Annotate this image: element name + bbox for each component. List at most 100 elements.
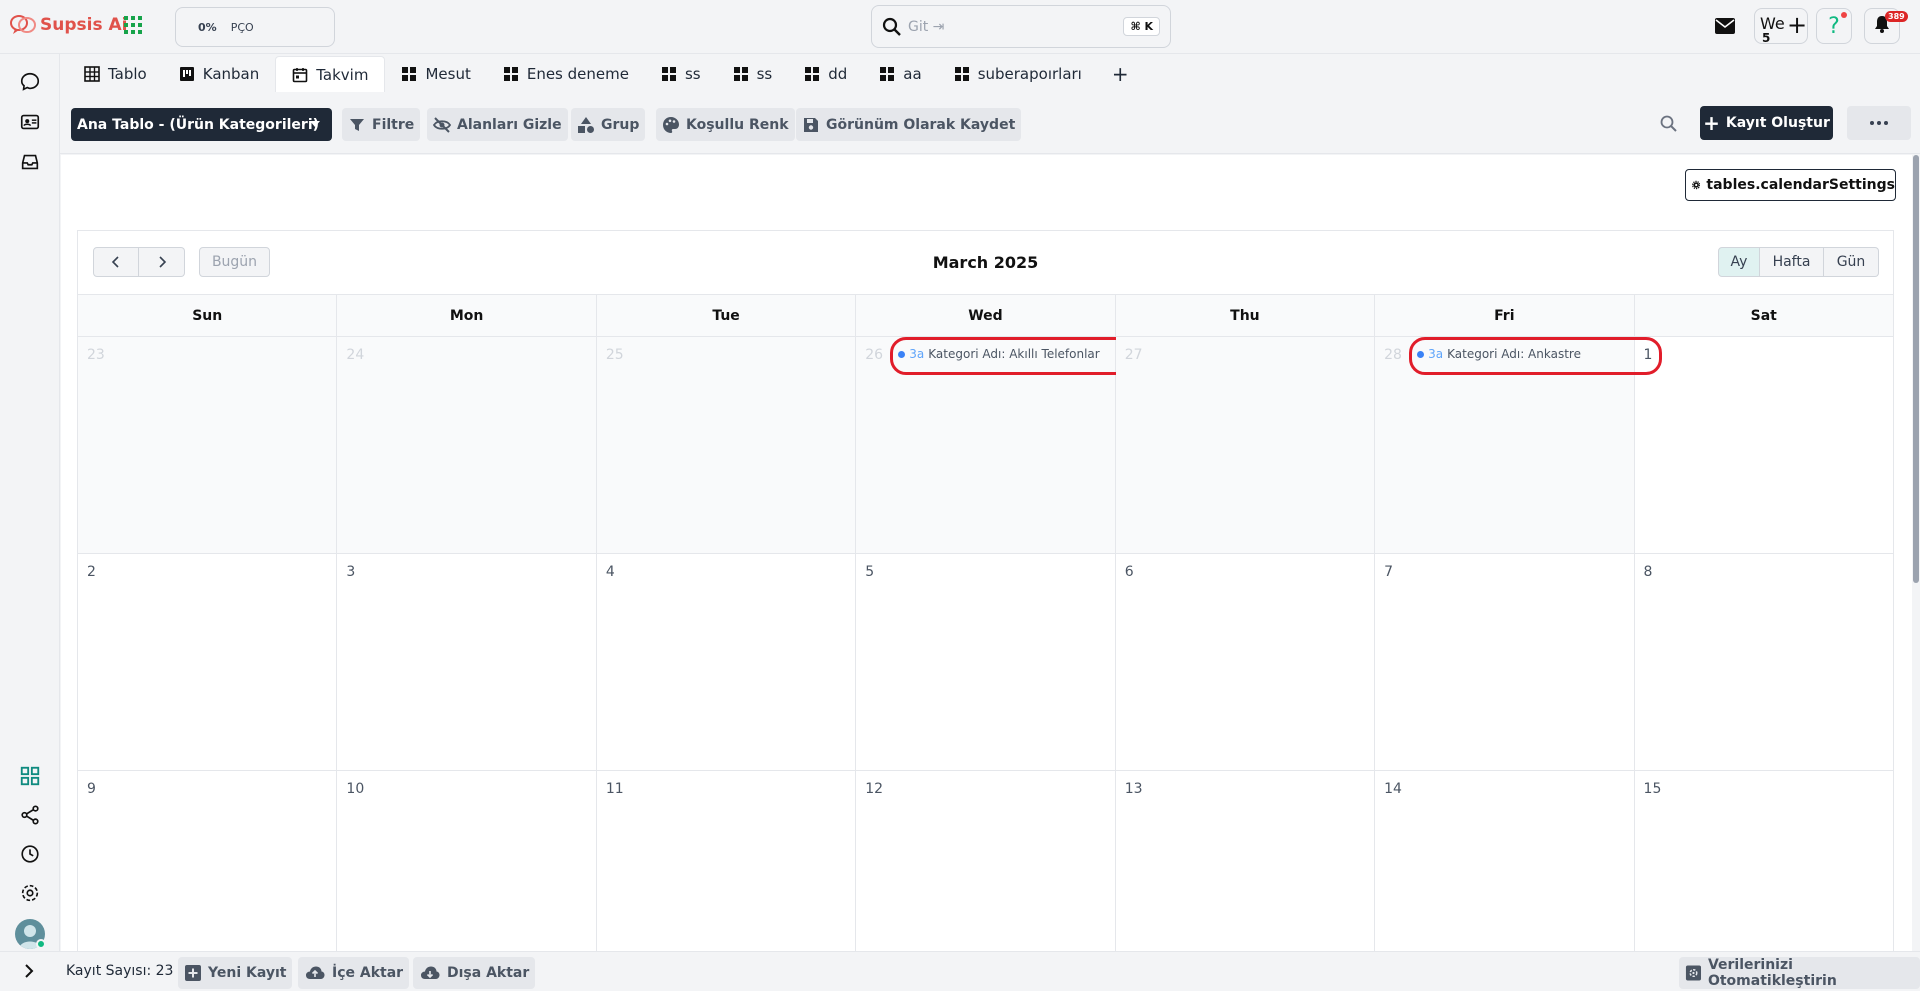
scrollbar-thumb[interactable] — [1913, 155, 1919, 583]
day-number: 12 — [865, 781, 884, 797]
day-cell[interactable]: 4 — [597, 554, 857, 770]
tab-ss-2[interactable]: ss — [717, 56, 789, 92]
tab-aa[interactable]: aa — [863, 56, 937, 92]
day-cell[interactable]: 10 — [337, 771, 597, 951]
calendar-header: March 2025 Bugün Ay Hafta Gün — [78, 231, 1893, 294]
tab-suberaporlari[interactable]: suberapoırları — [938, 56, 1098, 92]
import-label: İçe Aktar — [332, 965, 404, 981]
day-cell[interactable]: 28 3a Kategori Adı: Ankastre — [1375, 337, 1663, 553]
save-view-button[interactable]: Görünüm Olarak Kaydet — [796, 108, 1022, 141]
day-cell[interactable]: 23 — [78, 337, 338, 553]
tab-label: Tablo — [108, 65, 147, 83]
day-number: 5 — [865, 564, 875, 580]
view-week-button[interactable]: Hafta — [1760, 247, 1824, 277]
group-button[interactable]: Grup — [571, 108, 646, 141]
day-cell[interactable]: 15 — [1635, 771, 1893, 951]
progress-percent: 0% — [198, 20, 217, 34]
table-select[interactable]: Ana Tablo - (Ürün Kategorileri) — [71, 108, 332, 141]
day-number: 10 — [346, 781, 365, 797]
filter-button[interactable]: Filtre — [342, 108, 421, 141]
create-record-button[interactable]: + Kayıt Oluştur — [1700, 106, 1833, 140]
add-tab-button[interactable]: + — [1098, 56, 1143, 92]
day-cell[interactable]: 9 — [78, 771, 338, 951]
group-label: Grup — [601, 116, 640, 133]
day-cell[interactable]: 1 — [1635, 337, 1893, 553]
search-icon[interactable] — [1659, 114, 1679, 134]
automation-icon — [1685, 965, 1702, 981]
cloud-upload-icon — [306, 966, 325, 979]
day-cell[interactable]: 24 — [337, 337, 597, 553]
day-cell[interactable]: 5 — [856, 554, 1116, 770]
day-cell[interactable]: 11 — [597, 771, 857, 951]
hide-fields-button[interactable]: Alanları Gizle — [427, 108, 568, 141]
more-options-button[interactable] — [1847, 106, 1911, 140]
tab-label: Takvim — [316, 65, 369, 84]
workspace-button[interactable]: We 5 + — [1754, 8, 1808, 45]
export-button[interactable]: Dışa Aktar — [413, 957, 536, 989]
prev-month-button[interactable] — [93, 247, 139, 277]
contact-card-icon[interactable] — [18, 110, 42, 134]
day-cell[interactable]: 2 — [78, 554, 338, 770]
tab-takvim[interactable]: Takvim — [275, 56, 386, 92]
dot-icon — [1870, 121, 1874, 125]
day-number: 15 — [1643, 781, 1662, 797]
calendar-settings-button[interactable]: tables.calendarSettings — [1685, 169, 1896, 201]
help-button[interactable]: ? — [1816, 8, 1852, 44]
apps-grid-icon[interactable] — [124, 16, 142, 34]
day-cell[interactable]: 13 — [1116, 771, 1376, 951]
view-month-button[interactable]: Ay — [1718, 247, 1760, 277]
search-icon — [882, 17, 902, 37]
view-day-button[interactable]: Gün — [1824, 247, 1879, 277]
tab-mesut[interactable]: Mesut — [385, 56, 486, 92]
import-button[interactable]: İçe Aktar — [298, 957, 410, 989]
day-cell[interactable]: 26 3a Kategori Adı: Akıllı Telefonlar — [856, 337, 1146, 553]
annotation-highlight — [1409, 337, 1663, 375]
tab-enes-deneme[interactable]: Enes deneme — [487, 56, 645, 92]
table-icon — [84, 66, 100, 82]
create-record-label: Kayıt Oluştur — [1725, 115, 1830, 131]
dashboard-icon[interactable] — [18, 764, 42, 788]
mail-icon[interactable] — [1714, 17, 1736, 35]
notifications-button[interactable]: 389 — [1864, 8, 1908, 44]
automate-button[interactable]: Verilerinizi Otomatikleştirin — [1679, 957, 1920, 989]
tab-label: Mesut — [425, 65, 471, 83]
chat-icon[interactable] — [18, 70, 42, 94]
day-cell[interactable]: 7 — [1375, 554, 1635, 770]
calendar-event[interactable]: 3a Kategori Adı: Ankastre — [1409, 337, 1663, 375]
inbox-icon[interactable] — [18, 150, 42, 174]
tab-dd[interactable]: dd — [788, 56, 863, 92]
tab-tablo[interactable]: Tablo — [68, 56, 163, 92]
tab-label: dd — [828, 65, 848, 83]
today-button[interactable]: Bugün — [199, 247, 270, 277]
weekday-label: Sat — [1750, 307, 1777, 324]
day-cell[interactable]: 6 — [1116, 554, 1376, 770]
expand-sidebar-button[interactable] — [22, 962, 36, 983]
day-number: 1 — [1643, 347, 1653, 363]
new-record-button[interactable]: Yeni Kayıt — [178, 957, 293, 989]
tab-ss-1[interactable]: ss — [645, 56, 717, 92]
day-cell[interactable]: 25 — [596, 337, 857, 553]
tab-label: Kanban — [202, 65, 260, 83]
history-icon[interactable] — [18, 842, 42, 866]
global-search[interactable]: Git ⇥ ⌘ K — [871, 5, 1171, 48]
day-cell[interactable]: 8 — [1635, 554, 1893, 770]
next-month-button[interactable] — [139, 247, 185, 277]
tab-kanban[interactable]: Kanban — [163, 56, 276, 92]
plus-icon: + — [1703, 111, 1720, 135]
conditional-color-button[interactable]: Koşullu Renk — [656, 108, 795, 141]
day-cell[interactable]: 14 — [1375, 771, 1635, 951]
day-number: 25 — [605, 347, 624, 363]
app-logo[interactable]: Supsis Ai — [10, 14, 127, 36]
gear-icon — [1692, 180, 1701, 190]
day-cell[interactable]: 3 — [337, 554, 597, 770]
grid-icon — [661, 66, 677, 82]
chevron-right-icon — [158, 256, 166, 268]
search-placeholder: Git ⇥ — [908, 18, 945, 35]
settings-icon[interactable] — [18, 881, 42, 905]
day-cell[interactable]: 27 — [1115, 337, 1376, 553]
progress-widget[interactable]: 0% PÇO — [175, 7, 335, 47]
share-icon[interactable] — [18, 803, 42, 827]
question-icon: ? — [1828, 13, 1840, 39]
calendar-event[interactable]: 3a Kategori Adı: Akıllı Telefonlar — [890, 337, 1146, 375]
day-cell[interactable]: 12 — [856, 771, 1116, 951]
